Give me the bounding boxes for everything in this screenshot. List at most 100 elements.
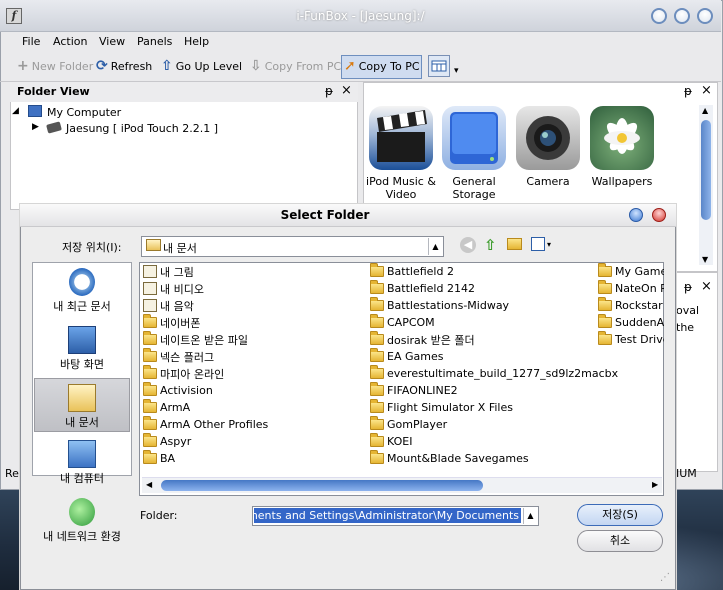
file-name: Rockstar G [615, 299, 664, 312]
place-network[interactable]: 내 네트워크 환경 [28, 498, 136, 544]
close-panel-icon[interactable]: × [701, 279, 712, 294]
file-item[interactable]: 넥슨 플러그 [143, 348, 363, 365]
file-item[interactable]: GomPlayer [370, 416, 595, 433]
file-item[interactable]: SuddenAt [598, 314, 664, 331]
file-item[interactable]: BA [143, 450, 363, 467]
file-item[interactable]: Battlefield 2142 [370, 280, 595, 297]
combo-arrow-icon[interactable]: ▲ [428, 238, 442, 255]
file-item[interactable]: Flight Simulator X Files [370, 399, 595, 416]
refresh-icon: ⟳ [96, 58, 108, 74]
file-name: 내 음악 [160, 299, 194, 313]
file-item[interactable]: Battlefield 2 [370, 263, 595, 280]
place-my-computer[interactable]: 내 컴퓨터 [33, 440, 131, 486]
horizontal-scroll-thumb[interactable] [161, 480, 483, 491]
pin-icon[interactable]: ᵽ [684, 280, 692, 294]
close-window-button[interactable] [697, 8, 713, 24]
file-name: GomPlayer [387, 418, 448, 431]
file-item[interactable]: Test Drive [598, 331, 664, 348]
camera-icon[interactable] [516, 106, 580, 170]
copy-to-pc-icon: ➚ [344, 58, 356, 74]
file-item[interactable]: EA Games [370, 348, 595, 365]
new-folder-button[interactable]: + New Folder [17, 58, 93, 74]
file-item[interactable]: Aspyr [143, 433, 363, 450]
collapse-icon[interactable]: ◢ [12, 106, 19, 116]
drive-icon[interactable] [442, 106, 506, 170]
cancel-button[interactable]: 취소 [577, 530, 663, 552]
expand-icon[interactable]: ▶ [32, 122, 39, 132]
file-item[interactable]: 내 비디오 [143, 280, 363, 297]
maximize-button[interactable] [674, 8, 690, 24]
folder-icon [370, 399, 384, 413]
new-folder-icon[interactable] [507, 238, 522, 250]
file-column-1: 내 그림 내 비디오내 음악 네이버폰 네이트온 받은 파일 넥슨 플러그 마피아 온라인… [143, 263, 363, 467]
file-item[interactable]: Rockstar G [598, 297, 664, 314]
menu-panels[interactable]: Panels [137, 35, 172, 48]
clapperboard-icon[interactable] [369, 106, 433, 170]
file-item[interactable]: dosirak 받은 폴더 [370, 331, 595, 348]
special-folder-icon [143, 282, 157, 295]
file-item[interactable]: 네이트온 받은 파일 [143, 331, 363, 348]
menu-help[interactable]: Help [184, 35, 209, 48]
file-item[interactable]: CAPCOM [370, 314, 595, 331]
view-menu-arrow-icon[interactable]: ▾ [547, 240, 551, 249]
menu-file[interactable]: File [22, 35, 40, 48]
file-item[interactable]: Battlestations-Midway [370, 297, 595, 314]
file-item[interactable]: Mount&Blade Savegames [370, 450, 595, 467]
window-title: i-FunBox - [Jaesung]:/ [296, 9, 425, 23]
file-item[interactable]: ArmA Other Profiles [143, 416, 363, 433]
file-item[interactable]: 마피아 온라인 [143, 365, 363, 382]
help-button[interactable] [629, 208, 643, 222]
file-item[interactable]: My Games [598, 263, 664, 280]
folder-icon [370, 450, 384, 464]
view-menu-icon[interactable] [531, 237, 545, 251]
folder-icon [370, 365, 384, 379]
save-button[interactable]: 저장(S) [577, 504, 663, 526]
up-folder-icon[interactable]: ⇧ [484, 236, 497, 254]
menu-view[interactable]: View [99, 35, 125, 48]
copy-to-pc-content: ➚ Copy To PC [344, 58, 420, 74]
pin-icon[interactable]: ᵽ [684, 84, 692, 98]
folder-dropdown-arrow-icon[interactable]: ▲ [523, 508, 537, 524]
file-item[interactable]: 네이버폰 [143, 314, 363, 331]
folder-path-value[interactable]: C:\Documents and Settings\Administrator\… [254, 508, 521, 523]
file-item[interactable]: everestultimate_build_1277_sd9lz2macbx [370, 365, 618, 382]
file-item[interactable]: 내 음악 [143, 297, 363, 314]
scroll-left-icon[interactable]: ◀ [146, 480, 152, 489]
file-column-3: My Games NateOn R Rockstar G SuddenAt Test D… [598, 263, 664, 348]
lotus-icon[interactable] [590, 106, 654, 170]
file-item[interactable]: ArmA [143, 399, 363, 416]
minimize-button[interactable] [651, 8, 667, 24]
scroll-right-icon[interactable]: ▶ [652, 480, 658, 489]
file-name: Activision [160, 384, 213, 397]
copy-from-pc-label: Copy From PC [264, 59, 342, 73]
refresh-button[interactable]: ⟳ Refresh [96, 58, 152, 74]
view-dropdown-arrow-icon[interactable]: ▾ [454, 66, 459, 76]
go-up-level-button[interactable]: ⇧ Go Up Level [161, 58, 242, 74]
folder-icon [143, 331, 157, 345]
close-panel-icon[interactable]: × [701, 83, 712, 98]
file-item[interactable]: FIFAONLINE2 [370, 382, 595, 399]
scroll-down-icon[interactable]: ▼ [702, 255, 708, 264]
menu-action[interactable]: Action [53, 35, 87, 48]
place-recent[interactable]: 내 최근 문서 [33, 268, 131, 314]
app-label-wallpapers: Wallpapers [591, 175, 653, 188]
file-item[interactable]: NateOn R [598, 280, 664, 297]
view-mode-button[interactable] [428, 55, 450, 77]
tree-my-computer[interactable]: My Computer [47, 106, 121, 119]
place-my-documents[interactable]: 내 문서 [33, 384, 131, 430]
place-desktop[interactable]: 바탕 화면 [33, 326, 131, 372]
scroll-up-icon[interactable]: ▲ [702, 106, 708, 115]
pin-icon[interactable]: ᵽ [325, 84, 333, 98]
resize-grip-icon[interactable]: ⋰ [660, 572, 670, 583]
copy-from-pc-button[interactable]: ⇩ Copy From PC [250, 58, 341, 74]
close-panel-icon[interactable]: × [341, 83, 352, 98]
file-item[interactable]: 내 그림 [143, 263, 363, 280]
file-name: Aspyr [160, 435, 192, 448]
back-icon[interactable]: ◀ [460, 237, 476, 253]
tree-device[interactable]: Jaesung [ iPod Touch 2.2.1 ] [66, 122, 218, 135]
folder-label: Folder: [140, 509, 178, 522]
dialog-close-button[interactable] [652, 208, 666, 222]
file-item[interactable]: Activision [143, 382, 363, 399]
panel-scroll-thumb[interactable] [701, 120, 711, 220]
file-item[interactable]: KOEI [370, 433, 595, 450]
